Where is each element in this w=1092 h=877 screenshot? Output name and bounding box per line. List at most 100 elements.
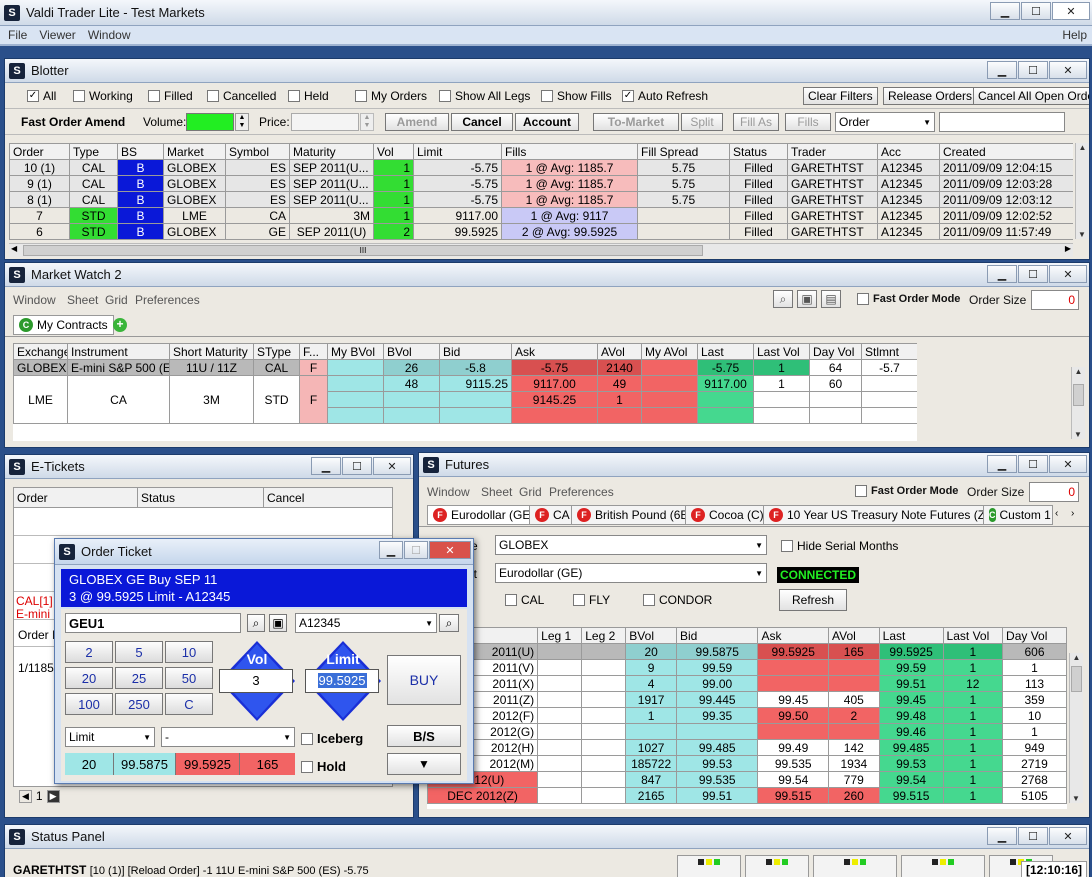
futures-row[interactable]: 2011(Z) 1917 99.445 99.45 405 99.45 1 359	[427, 691, 1067, 708]
column-header[interactable]: Instrument	[67, 343, 170, 360]
cell[interactable]: 99.5875	[675, 643, 759, 660]
cell[interactable]: -5.75	[511, 359, 598, 376]
tab-eurodollar[interactable]: F Eurodollar (GE)	[427, 505, 541, 525]
column-header[interactable]: Leg 2	[581, 627, 627, 644]
scroll-down-icon[interactable]: ▼	[1076, 230, 1088, 239]
scroll-thumb[interactable]	[1073, 384, 1084, 406]
filter-condor[interactable]: CONDOR	[643, 593, 712, 607]
cell[interactable]	[327, 359, 384, 376]
column-header[interactable]: Day Vol	[809, 343, 862, 360]
cell[interactable]	[383, 391, 440, 408]
column-header[interactable]: Last	[697, 343, 754, 360]
et-minimize-button[interactable]: ▁	[311, 457, 341, 475]
column-header[interactable]: Trader	[787, 143, 878, 160]
cell[interactable]: 49	[597, 375, 642, 392]
mw-maximize-button[interactable]: ☐	[1018, 265, 1048, 283]
hold-checkbox[interactable]: Hold	[301, 759, 346, 774]
tab-my-contracts[interactable]: C My Contracts	[13, 315, 114, 335]
scroll-thumb[interactable]	[1071, 666, 1082, 692]
cell[interactable]: 9145.25	[511, 391, 598, 408]
cell[interactable]: 48	[383, 375, 440, 392]
column-header[interactable]: Created	[939, 143, 1073, 160]
menu-help[interactable]: Help	[1062, 28, 1087, 42]
cell[interactable]: 2	[827, 707, 880, 724]
mw-menu-preferences[interactable]: Preferences	[135, 293, 200, 307]
export-icon[interactable]: ▤	[821, 290, 841, 308]
cell[interactable]	[597, 407, 642, 424]
cell[interactable]	[439, 407, 512, 424]
filter-show-all-legs[interactable]: Show All Legs	[439, 89, 530, 103]
hscroll-thumb[interactable]: III	[23, 245, 703, 256]
volume-input[interactable]	[186, 113, 234, 131]
cell[interactable]	[757, 723, 829, 740]
maximize-button[interactable]: ☐	[1021, 2, 1051, 20]
futures-row[interactable]: 2011(X) 4 99.00 99.51 12 113	[427, 675, 1067, 692]
tab-scroll-left-icon[interactable]: ‹	[1055, 508, 1058, 519]
futures-row[interactable]: DEC 2012(Z) 2165 99.51 99.515 260 99.515 1 5105	[427, 787, 1067, 804]
hide-serial-months[interactable]: Hide Serial Months	[781, 539, 898, 553]
menu-viewer[interactable]: Viewer	[39, 28, 75, 42]
instrument-select[interactable]: Eurodollar (GE) ▼	[495, 563, 767, 583]
cell[interactable]: 99.49	[757, 739, 829, 756]
amend-button[interactable]: Amend	[385, 113, 449, 131]
tab-british-pound[interactable]: F British Pound (6B)	[571, 505, 699, 525]
cell[interactable]	[641, 359, 698, 376]
cell[interactable]: 9	[625, 659, 677, 676]
cell[interactable]: 99.53	[675, 755, 759, 772]
fut-maximize-button[interactable]: ☐	[1018, 455, 1048, 473]
cell[interactable]	[327, 391, 384, 408]
cell[interactable]: 99.35	[675, 707, 759, 724]
volume-spinner[interactable]: ▲ ▼	[235, 113, 249, 131]
mw-menu-grid[interactable]: Grid	[105, 293, 128, 307]
cell[interactable]: 2165	[625, 787, 677, 804]
column-header[interactable]: Bid	[675, 627, 759, 644]
blotter-row[interactable]: 10 (1) CAL B GLOBEX ES SEP 2011(U... 1 -5.75 1 @…	[9, 159, 1073, 176]
menu-file[interactable]: File	[8, 28, 27, 42]
column-header[interactable]: BS	[117, 143, 164, 160]
futures-row[interactable]: 2012(U) 847 99.535 99.54 779 99.54 1 2768	[427, 771, 1067, 788]
cell[interactable]: 185722	[625, 755, 677, 772]
cell[interactable]	[827, 659, 880, 676]
column-header[interactable]: SType	[253, 343, 300, 360]
column-header[interactable]: Symbol	[225, 143, 290, 160]
filter-working[interactable]: Working	[73, 89, 133, 103]
buy-sell-toggle-button[interactable]: B/S	[387, 725, 461, 747]
cell[interactable]	[641, 391, 698, 408]
mw-row-globex[interactable]: GLOBEXE-mini S&P 500 (ES)11U / 11ZCALF 26…	[13, 359, 917, 376]
blotter-row[interactable]: 7 STD B LME CA 3M 1 9117.00 1 @ Avg: 9117 Filled G…	[9, 207, 1073, 224]
quantity-button[interactable]: 10	[165, 641, 213, 663]
column-header[interactable]: Exchange	[13, 343, 68, 360]
split-button[interactable]: Split	[681, 113, 723, 131]
filter-my-orders[interactable]: My Orders	[355, 89, 427, 103]
cell[interactable]: -5.8	[439, 359, 512, 376]
fut-fast-order-mode[interactable]: Fast Order Mode	[855, 485, 958, 497]
symbol-input[interactable]: GEU1	[65, 613, 241, 633]
blotter-hscroll[interactable]: ◀ III ▶	[9, 243, 1073, 257]
ticket-bvol[interactable]: 20	[65, 753, 113, 775]
cell[interactable]: 9117.00	[511, 375, 598, 392]
cell[interactable]: 99.535	[675, 771, 759, 788]
blotter-row[interactable]: 6 STD B GLOBEX GE SEP 2011(U) 2 99.5925 2 @ Avg:…	[9, 223, 1073, 240]
fut-menu-sheet[interactable]: Sheet	[481, 485, 512, 499]
account-button[interactable]: Account	[515, 113, 579, 131]
cell[interactable]: 142	[827, 739, 880, 756]
column-header[interactable]: Last	[878, 627, 944, 644]
fut-minimize-button[interactable]: ▁	[987, 455, 1017, 473]
column-header[interactable]: Ask	[511, 343, 598, 360]
buy-button[interactable]: BUY	[387, 655, 461, 705]
order-select[interactable]: Order ▼	[835, 112, 935, 132]
mw-menu-window[interactable]: Window	[13, 293, 56, 307]
filter-fly[interactable]: FLY	[573, 593, 610, 607]
blotter-row[interactable]: 8 (1) CAL B GLOBEX ES SEP 2011(U... 1 -5.75 1 @ …	[9, 191, 1073, 208]
futures-row[interactable]: 2012(G) 99.46 1 1	[427, 723, 1067, 740]
futures-row[interactable]: 2012(F) 1 99.35 99.50 2 99.48 1 10	[427, 707, 1067, 724]
cell[interactable]	[827, 675, 880, 692]
cell[interactable]: 26	[383, 359, 440, 376]
cell[interactable]: 20	[625, 643, 677, 660]
fut-vscroll[interactable]: ▲ ▼	[1069, 653, 1083, 803]
ticket-minimize-button[interactable]: ▁	[379, 541, 403, 559]
column-header[interactable]: Day Vol	[1002, 627, 1067, 644]
column-header[interactable]: AVol	[827, 627, 880, 644]
scroll-up-icon[interactable]: ▲	[1076, 143, 1089, 152]
cell[interactable]: 99.515	[757, 787, 829, 804]
